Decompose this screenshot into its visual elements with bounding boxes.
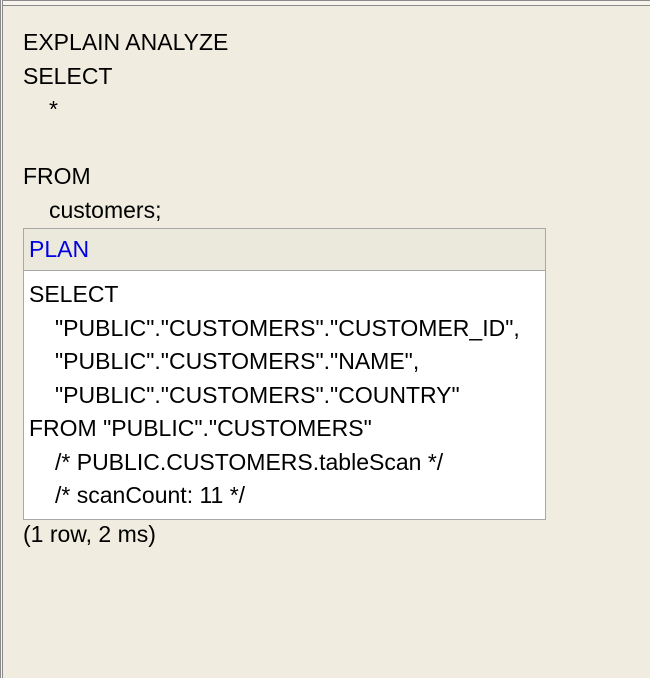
plan-line: "PUBLIC"."CUSTOMERS"."COUNTRY" (55, 381, 460, 408)
plan-line: FROM "PUBLIC"."CUSTOMERS" (29, 415, 372, 441)
result-table: PLAN SELECT "PUBLIC"."CUSTOMERS"."CUSTOM… (23, 228, 546, 520)
result-status-text: (1 row, 2 ms) (23, 521, 156, 547)
frame-left-border (0, 0, 3, 678)
frame-top-border (0, 0, 650, 6)
query-line: * (49, 96, 58, 122)
plan-line: "PUBLIC"."CUSTOMERS"."CUSTOMER_ID", (55, 314, 520, 341)
column-header-plan[interactable]: PLAN (24, 229, 545, 271)
plan-line: SELECT (29, 281, 119, 307)
plan-cell: SELECT "PUBLIC"."CUSTOMERS"."CUSTOMER_ID… (24, 271, 545, 519)
query-line: FROM (23, 163, 91, 189)
plan-line: "PUBLIC"."CUSTOMERS"."NAME", (55, 348, 420, 374)
plan-line: /* PUBLIC.CUSTOMERS.tableScan */ (55, 448, 444, 475)
query-line: SELECT (23, 62, 113, 89)
query-line: customers; (49, 196, 162, 223)
sql-query-text: EXPLAIN ANALYZE SELECT * FROM customers; (23, 26, 228, 227)
plan-line: /* scanCount: 11 */ (55, 482, 246, 508)
query-line: EXPLAIN ANALYZE (23, 29, 229, 55)
query-line (23, 127, 228, 161)
